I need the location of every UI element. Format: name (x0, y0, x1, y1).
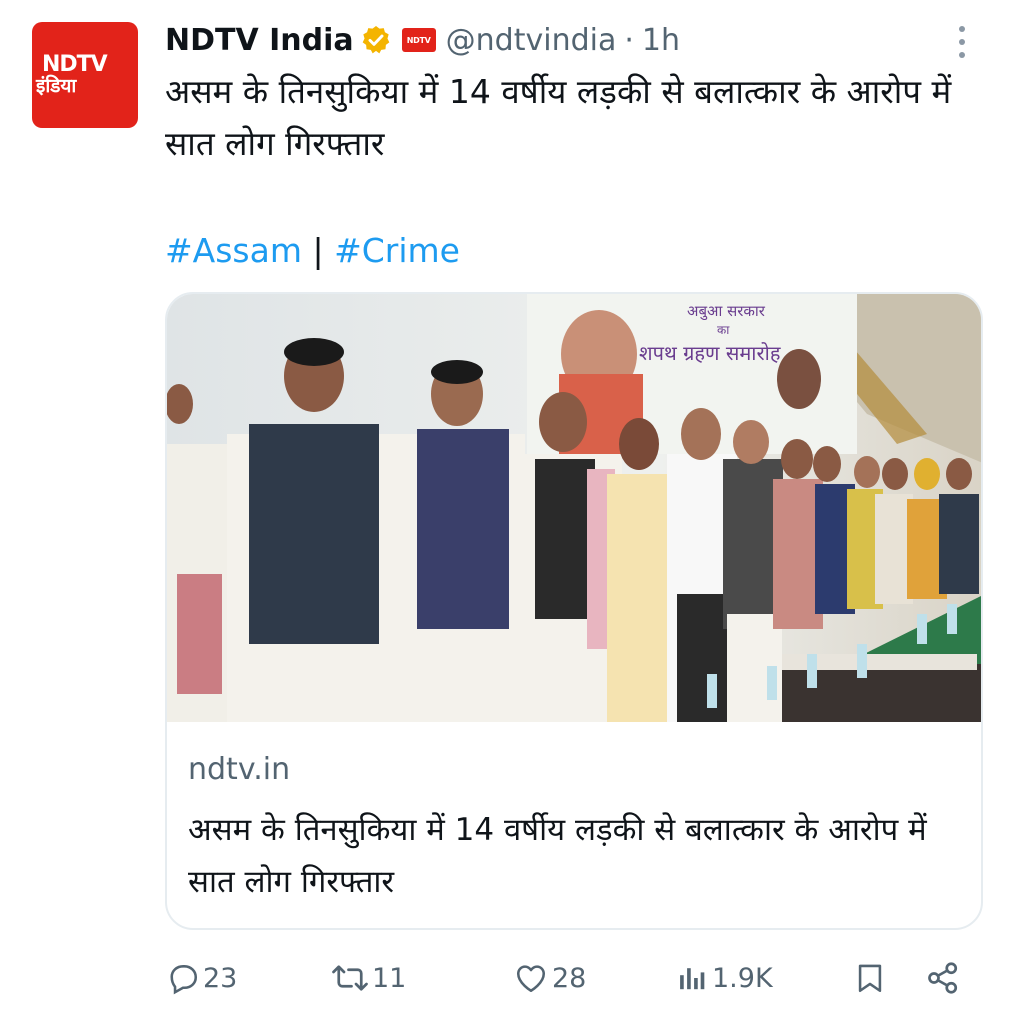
handle[interactable]: @ndtvindia (446, 23, 617, 58)
card-domain[interactable]: ndtv.in (188, 752, 290, 787)
repost-icon (332, 965, 368, 991)
avatar[interactable]: NDTV इंडिया (32, 22, 138, 128)
card-image[interactable]: अबुआ सरकार का शपथ ग्रहण समारोह (167, 294, 983, 722)
card-title[interactable]: असम के तिनसुकिया में 14 वर्षीय लड़की से … (188, 804, 968, 908)
hashtag-separator: | (312, 231, 324, 270)
affiliate-badge[interactable]: NDTV (401, 28, 436, 52)
share-icon (928, 962, 958, 994)
more-icon[interactable] (952, 22, 972, 62)
reply-button[interactable]: 23 (165, 954, 237, 1002)
banner-line3: शपथ ग्रहण समारोह (639, 341, 781, 365)
verified-badge-icon[interactable] (360, 24, 392, 56)
tweet-actions: 23 11 28 1.9K (165, 954, 985, 1002)
tweet-text: असम के तिनसुकिया में 14 वर्षीय लड़की से … (165, 72, 952, 163)
hashtag-crime[interactable]: #Crime (334, 231, 460, 270)
share-button[interactable] (925, 954, 961, 1002)
banner-line2: का (717, 323, 730, 337)
separator-dot: · (624, 22, 634, 58)
views-icon (680, 968, 705, 990)
like-button[interactable]: 28 (512, 954, 586, 1002)
tweet-header: NDTV India NDTV @ndtvindia · 1h (165, 18, 680, 62)
hashtags: #Assam | #Crime (165, 226, 460, 276)
avatar-logo-subtext: इंडिया (36, 75, 77, 97)
hashtag-assam[interactable]: #Assam (165, 231, 302, 270)
bookmark-icon (858, 964, 882, 993)
like-count: 28 (552, 962, 587, 994)
bookmark-button[interactable] (853, 954, 887, 1002)
link-card[interactable]: अबुआ सरकार का शपथ ग्रहण समारोह ndtv.in अ… (165, 292, 983, 930)
banner-line1: अबुआ सरकार (687, 302, 766, 321)
like-icon (516, 965, 546, 993)
views-count: 1.9K (712, 962, 773, 994)
reply-icon (170, 965, 198, 995)
display-name[interactable]: NDTV India (165, 23, 354, 58)
timestamp[interactable]: 1h (642, 23, 680, 58)
views-button[interactable]: 1.9K (678, 954, 773, 1002)
repost-button[interactable]: 11 (330, 954, 406, 1002)
repost-count: 11 (372, 962, 407, 994)
reply-count: 23 (203, 962, 238, 994)
